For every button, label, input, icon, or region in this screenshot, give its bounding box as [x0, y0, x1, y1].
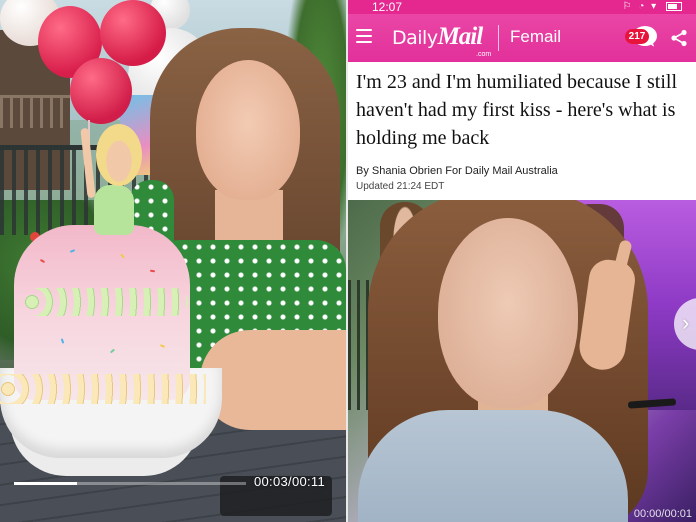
doll-bodice — [94, 185, 134, 235]
battery-icon — [666, 1, 682, 11]
logo-mail-text: Mail — [437, 23, 484, 50]
section-label[interactable]: Femail — [510, 27, 561, 47]
girl-face — [196, 60, 300, 200]
daily-mail-logo[interactable]: DailyMail .com — [392, 23, 491, 58]
status-time: 12:07 — [372, 0, 403, 14]
app-header: DailyMail .com Femail 217 — [348, 14, 696, 62]
balcony-railing — [0, 95, 70, 128]
video-time-display: 00:03/00:11 — [254, 474, 326, 489]
red-balloon — [70, 58, 132, 124]
comment-count-badge: 217 — [625, 29, 649, 44]
embedded-video-time: 00:00/00:01 — [633, 508, 692, 520]
video-progress-bar[interactable] — [14, 482, 246, 485]
embedded-video[interactable]: › 00:00/00:01 — [348, 200, 696, 522]
woman-face — [438, 218, 578, 408]
logo-daily-text: Daily — [392, 27, 438, 49]
chevron-right-icon: › — [682, 310, 690, 335]
doll-head — [96, 124, 142, 186]
status-icons: ⚐ ◔ ▾ — [623, 0, 682, 14]
left-video-player[interactable]: 00:03/00:11 — [0, 0, 346, 522]
hamburger-menu-icon[interactable] — [356, 29, 372, 43]
article-byline[interactable]: By Shania Obrien For Daily Mail Australi… — [356, 165, 558, 177]
header-divider — [498, 25, 499, 51]
status-bar: 12:07 ⚐ ◔ ▾ — [348, 0, 696, 14]
cake-green-frosting — [22, 288, 188, 316]
comments-button[interactable]: 217 — [625, 26, 659, 49]
article-updated-time: Updated 21:24 EDT — [356, 181, 445, 192]
video-progress-fill — [14, 482, 77, 485]
status-glyphs: ⚐ ◔ ▾ — [622, 1, 659, 12]
share-icon[interactable] — [670, 29, 688, 47]
red-balloon — [100, 0, 166, 66]
woman-shirt — [358, 410, 628, 522]
article-headline: I'm 23 and I'm humiliated because I stil… — [356, 71, 678, 149]
cake-cream-frosting — [0, 374, 206, 404]
phone-screen: 12:07 ⚐ ◔ ▾ DailyMail .com Femail 217 I'… — [348, 0, 696, 522]
logo-com-text: .com — [476, 51, 492, 58]
